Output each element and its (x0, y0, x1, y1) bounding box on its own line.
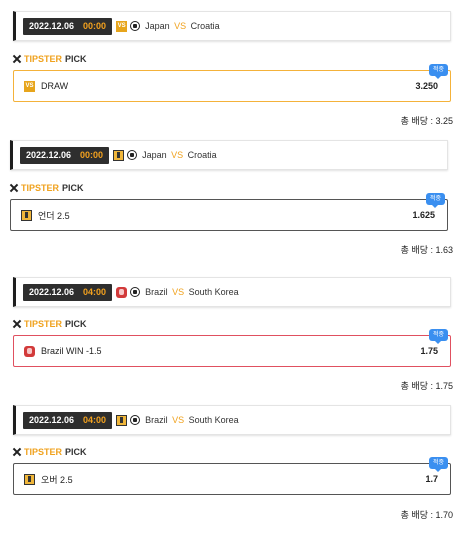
match-header[interactable]: 2022.12.06 04:00 Brazil VS South Korea (13, 405, 451, 435)
pick-label: PICK (65, 319, 87, 329)
home-team: Brazil (145, 415, 168, 425)
match-time: 00:00 (83, 20, 107, 31)
match-date: 2022.12.06 (26, 149, 72, 160)
pick-label: PICK (65, 54, 87, 64)
soccer-ball-icon (130, 21, 141, 31)
match-header[interactable]: 2022.12.06 04:00 Brazil VS South Korea (13, 277, 451, 307)
date-time-box: 2022.12.06 04:00 (23, 283, 113, 301)
hit-badge: 적중 (428, 64, 448, 79)
match-teams: Brazil VS South Korea (145, 287, 239, 297)
date-time-box: 2022.12.06 00:00 (23, 17, 113, 35)
tipster-pick-heading: TIPSTER PICK (13, 54, 87, 64)
total-odds: 총 배당 : 1.75 (400, 381, 453, 391)
vs-icon: VS (116, 20, 128, 32)
soccer-ball-icon (130, 287, 141, 297)
pick-box[interactable]: 언더 2.5 1.625 적중 (10, 193, 448, 231)
soccer-ball-icon (127, 150, 138, 160)
pick-odds: 1.75 (420, 346, 438, 356)
under-over-icon (24, 473, 35, 485)
cross-icon (13, 448, 21, 456)
pick-box[interactable]: Brazil WIN -1.5 1.75 적중 (13, 329, 451, 367)
date-time-box: 2022.12.06 00:00 (20, 146, 110, 164)
match-header[interactable]: 2022.12.06 00:00 Japan VS Croatia (10, 140, 448, 170)
away-team: Croatia (190, 21, 220, 31)
pick-selection: DRAW (41, 81, 69, 91)
pick-box[interactable]: VS DRAW 3.250 적중 (13, 64, 451, 102)
match-header[interactable]: 2022.12.06 00:00 VS Japan VS Croatia (13, 11, 451, 41)
home-team: Japan (145, 21, 170, 31)
total-odds: 총 배당 : 3.25 (400, 116, 453, 126)
tipster-pick-heading: TIPSTER PICK (13, 447, 87, 457)
brazil-team-icon (116, 286, 128, 298)
hit-badge: 적중 (428, 329, 448, 344)
date-time-box: 2022.12.06 04:00 (23, 411, 113, 429)
tipster-pick-heading: TIPSTER PICK (13, 319, 87, 329)
pick-selection: Brazil WIN -1.5 (41, 346, 102, 356)
tipster-label: TIPSTER (24, 54, 63, 64)
pick-odds: 3.250 (415, 81, 438, 91)
cross-icon (10, 184, 18, 192)
cross-icon (13, 55, 21, 63)
under-over-icon (21, 209, 32, 221)
tipster-label: TIPSTER (24, 319, 63, 329)
match-time: 04:00 (83, 286, 107, 297)
total-odds: 총 배당 : 1.70 (400, 510, 453, 520)
match-date: 2022.12.06 (29, 286, 75, 297)
match-time: 04:00 (83, 414, 107, 425)
match-teams: Brazil VS South Korea (145, 415, 239, 425)
match-date: 2022.12.06 (29, 20, 75, 31)
total-odds: 총 배당 : 1.63 (400, 245, 453, 255)
hit-badge: 적중 (425, 193, 445, 208)
match-time: 00:00 (80, 149, 104, 160)
pick-selection: 언더 2.5 (38, 210, 70, 221)
tipster-pick-heading: TIPSTER PICK (10, 183, 84, 193)
pick-odds: 1.7 (425, 474, 438, 484)
match-teams: Japan VS Croatia (145, 21, 220, 31)
tipster-label: TIPSTER (21, 183, 60, 193)
pick-label: PICK (65, 447, 87, 457)
soccer-ball-icon (130, 415, 141, 425)
home-team: Japan (142, 150, 167, 160)
match-teams: Japan VS Croatia (142, 150, 217, 160)
vs-label: VS (172, 287, 185, 297)
pick-box[interactable]: 오버 2.5 1.7 적중 (13, 457, 451, 495)
pick-label: PICK (62, 183, 84, 193)
tipster-label: TIPSTER (24, 447, 63, 457)
hit-badge: 적중 (428, 457, 448, 472)
vs-icon: VS (24, 80, 35, 92)
away-team: Croatia (187, 150, 217, 160)
pick-selection: 오버 2.5 (41, 474, 73, 485)
vs-label: VS (174, 21, 187, 31)
under-over-icon (113, 149, 125, 161)
away-team: South Korea (188, 287, 239, 297)
under-over-icon (116, 414, 128, 426)
brazil-team-icon (24, 345, 35, 357)
home-team: Brazil (145, 287, 168, 297)
away-team: South Korea (188, 415, 239, 425)
match-date: 2022.12.06 (29, 414, 75, 425)
vs-label: VS (171, 150, 184, 160)
vs-label: VS (172, 415, 185, 425)
cross-icon (13, 320, 21, 328)
pick-odds: 1.625 (412, 210, 435, 220)
